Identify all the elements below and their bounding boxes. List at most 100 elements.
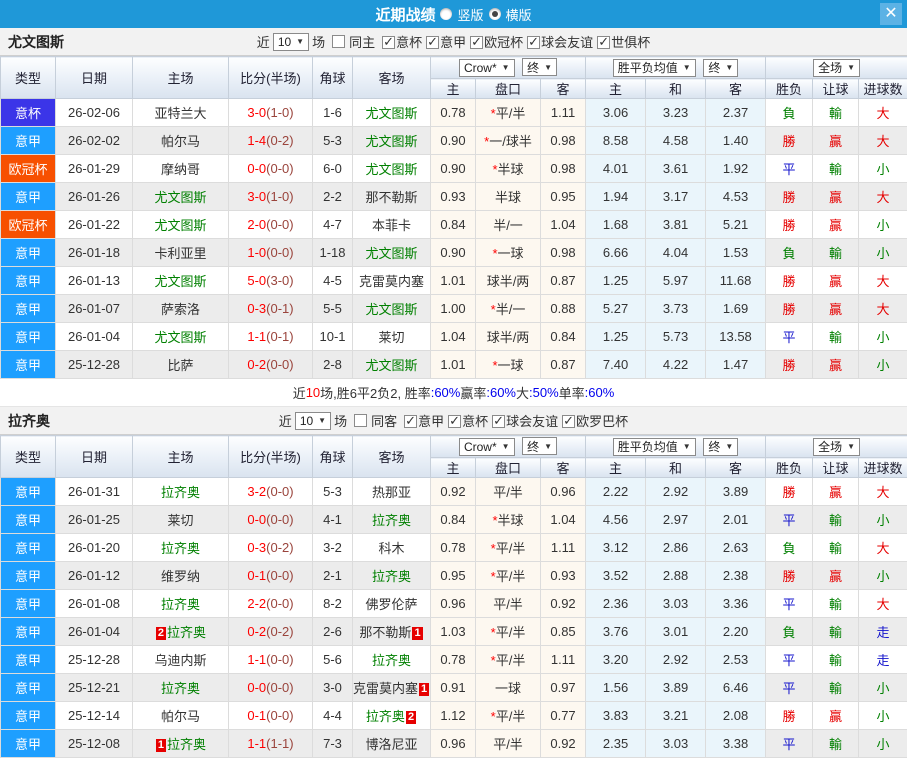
league-checkbox[interactable]: [527, 36, 540, 49]
league-checkbox[interactable]: [470, 36, 483, 49]
radio-vertical-layout[interactable]: [440, 8, 452, 20]
chevron-down-icon: ▼: [318, 416, 326, 425]
column-header-date: 日期: [56, 436, 133, 478]
result-outcome: 平: [766, 730, 813, 758]
corners-score: 2-2: [313, 183, 353, 211]
mean-away-odds: 2.37: [706, 99, 766, 127]
league-checkbox[interactable]: [448, 415, 461, 428]
home-team: 尤文图斯: [133, 211, 229, 239]
halftime-score: (0-1): [266, 301, 293, 316]
handicap-line: *平/半: [476, 646, 541, 674]
score: 5-0(3-0): [229, 267, 313, 295]
column-header-corners: 角球: [313, 57, 353, 99]
match-row: 意甲26-01-08拉齐奥2-2(0-0)8-2佛罗伦萨0.96平/半0.922…: [1, 590, 907, 618]
same-venue-checkbox[interactable]: [354, 414, 367, 427]
same-venue-checkbox[interactable]: [332, 35, 345, 48]
mean-draw-odds: 4.58: [646, 127, 706, 155]
period-select[interactable]: 终▼: [522, 437, 557, 455]
radio-horizontal-layout[interactable]: [489, 8, 501, 20]
summary-segment: 场,胜6平2负2, 胜率: [320, 383, 431, 402]
result-outcome: 平: [766, 674, 813, 702]
league-checkbox[interactable]: [492, 415, 505, 428]
bookmaker-select[interactable]: Crow*▼: [459, 438, 515, 456]
team-name-text: 尤文图斯: [365, 358, 417, 373]
match-date: 26-01-13: [56, 267, 133, 295]
matches-unit-label: 场: [334, 411, 347, 430]
match-count-select[interactable]: 10▼: [273, 33, 309, 51]
result-handicap: 贏: [813, 478, 859, 506]
result-outcome: 勝: [766, 562, 813, 590]
score: 1-0(0-0): [229, 239, 313, 267]
league-checkbox[interactable]: [404, 415, 417, 428]
result-handicap: 輸: [813, 155, 859, 183]
team-name-text: 那不勒斯: [365, 190, 417, 205]
handicap-line: 球半/两: [476, 323, 541, 351]
chevron-down-icon: ▼: [847, 442, 855, 451]
result-handicap: 輸: [813, 646, 859, 674]
mean-home-odds: 3.83: [586, 702, 646, 730]
mean-home-odds: 4.01: [586, 155, 646, 183]
column-header-score: 比分(半场): [229, 57, 313, 99]
full-match-select[interactable]: 全场▼: [813, 438, 860, 456]
mean-away-odds: 1.53: [706, 239, 766, 267]
handicap-home-odds: 0.95: [431, 562, 476, 590]
league-type-badge: 意甲: [1, 646, 56, 674]
period-select[interactable]: 终▼: [703, 59, 738, 77]
score: 1-1(0-0): [229, 646, 313, 674]
column-header-home: 主场: [133, 436, 229, 478]
period-select[interactable]: 终▼: [522, 58, 557, 76]
handicap-away-odds: 0.77: [541, 702, 586, 730]
team-name-text: 拉齐奥: [161, 597, 200, 612]
full-match-select[interactable]: 全场▼: [813, 59, 860, 77]
summary-bar: 近10场,胜6平2负2, 胜率:60% 赢率:60% 大:50% 单率:60%: [0, 379, 907, 407]
halftime-score: (0-0): [266, 596, 293, 611]
result-handicap: 贏: [813, 127, 859, 155]
radio-vertical-label[interactable]: 竖版: [457, 5, 483, 24]
mean-odds-select[interactable]: 胜平负均值▼: [613, 59, 696, 77]
subheader-result-outcome: 胜负: [766, 458, 813, 478]
column-header-score: 比分(半场): [229, 436, 313, 478]
away-team: 那不勒斯: [353, 183, 431, 211]
league-checkbox[interactable]: [426, 36, 439, 49]
close-icon[interactable]: ✕: [880, 3, 902, 25]
handicap-away-odds: 0.84: [541, 323, 586, 351]
league-type-badge: 意甲: [1, 295, 56, 323]
match-date: 25-12-21: [56, 674, 133, 702]
handicap-home-odds: 0.92: [431, 478, 476, 506]
fulltime-score: 0-3: [247, 540, 266, 555]
home-team: 卡利亚里: [133, 239, 229, 267]
match-count-select[interactable]: 10▼: [295, 412, 331, 430]
period-select[interactable]: 终▼: [703, 438, 738, 456]
mean-away-odds: 11.68: [706, 267, 766, 295]
mean-away-odds: 2.53: [706, 646, 766, 674]
mean-odds-select[interactable]: 胜平负均值▼: [613, 438, 696, 456]
mean-draw-odds: 5.97: [646, 267, 706, 295]
bookmaker-select[interactable]: Crow*▼: [459, 59, 515, 77]
corners-score: 2-8: [313, 351, 353, 379]
away-team: 尤文图斯: [353, 99, 431, 127]
result-goals: 走: [859, 618, 907, 646]
result-goals: 小: [859, 239, 907, 267]
league-checkbox[interactable]: [597, 36, 610, 49]
away-team: 尤文图斯: [353, 295, 431, 323]
halftime-score: (0-0): [266, 161, 293, 176]
handicap-away-odds: 0.87: [541, 267, 586, 295]
handicap-line: *平/半: [476, 702, 541, 730]
fulltime-score: 1-0: [247, 245, 266, 260]
league-checkbox[interactable]: [382, 36, 395, 49]
radio-horizontal-label[interactable]: 横版: [506, 5, 532, 24]
early-line-star: *: [491, 709, 496, 724]
away-team: 莱切: [353, 323, 431, 351]
league-checkbox[interactable]: [562, 415, 575, 428]
handicap-line: 球半/两: [476, 267, 541, 295]
mean-draw-odds: 3.73: [646, 295, 706, 323]
match-row: 意甲26-01-26尤文图斯3-0(1-0)2-2那不勒斯0.93半球0.951…: [1, 183, 907, 211]
handicap-line: *半球: [476, 155, 541, 183]
team-name-text: 莱切: [167, 513, 193, 528]
halftime-score: (0-0): [266, 357, 293, 372]
matches-table: 类型 日期 主场 比分(半场) 角球 客场 Crow*▼ 终▼ 胜平负均值▼ 终…: [0, 56, 907, 379]
chevron-down-icon: ▼: [544, 63, 552, 72]
mean-away-odds: 13.58: [706, 323, 766, 351]
result-goals: 大: [859, 295, 907, 323]
score: 0-1(0-0): [229, 702, 313, 730]
